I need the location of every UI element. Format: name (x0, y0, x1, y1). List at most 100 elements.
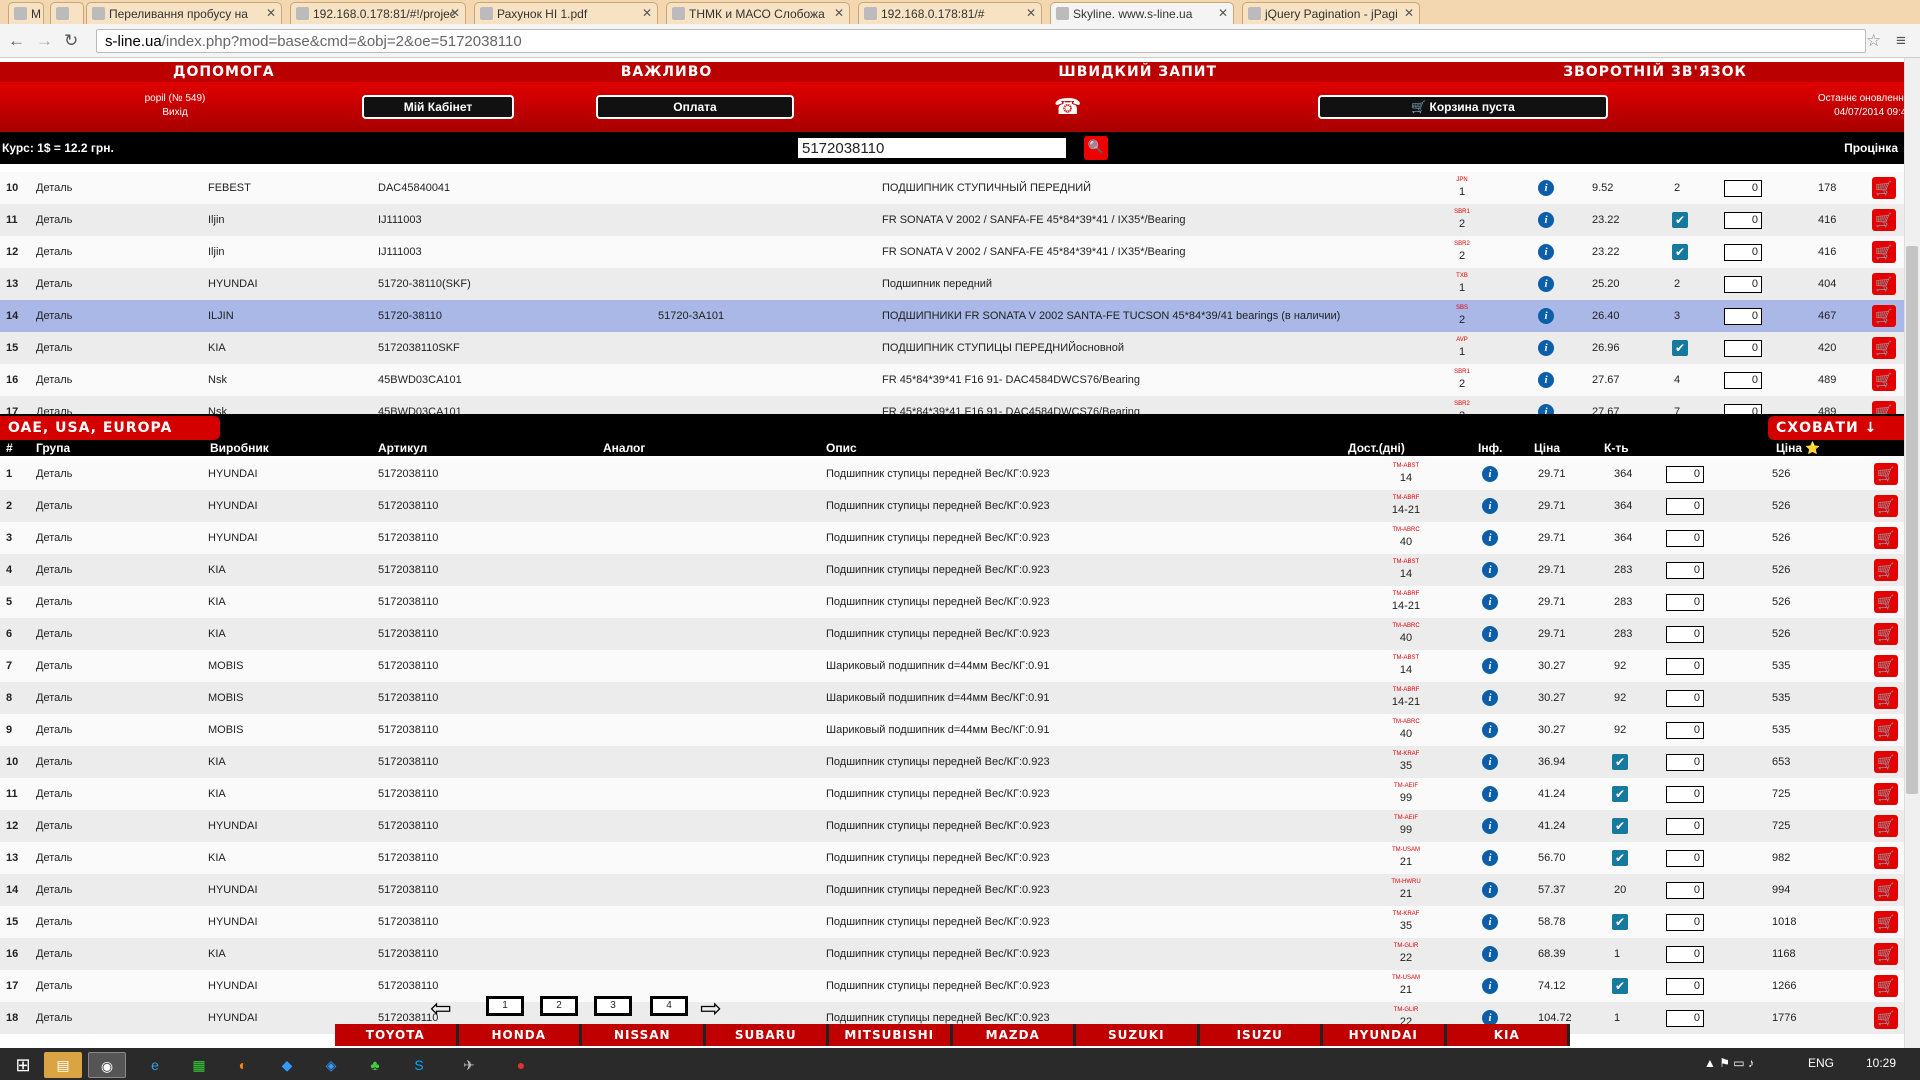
table-row[interactable]: 13 Деталь KIA 5172038110 Подшипник ступицы п… (0, 842, 1904, 874)
excel-icon[interactable]: ▦ (180, 1052, 218, 1078)
menu-help[interactable]: ДОПОМОГА (173, 64, 275, 80)
add-to-cart-icon[interactable]: 🛒 (1874, 559, 1898, 581)
info-icon[interactable]: i (1538, 340, 1554, 356)
info-icon[interactable]: i (1482, 914, 1498, 930)
back-icon[interactable]: ← (8, 31, 25, 51)
quantity-input[interactable]: 0 (1724, 276, 1762, 293)
tab-close-icon[interactable]: ✕ (834, 6, 844, 20)
brand-hyundai[interactable]: HYUNDAI (1323, 1024, 1444, 1046)
quantity-input[interactable]: 0 (1666, 1010, 1704, 1027)
add-to-cart-icon[interactable]: 🛒 (1872, 177, 1896, 199)
add-to-cart-icon[interactable]: 🛒 (1874, 1007, 1898, 1029)
menu-important[interactable]: ВАЖЛИВО (621, 64, 713, 80)
browser-tab[interactable] (50, 2, 84, 24)
info-icon[interactable]: i (1538, 180, 1554, 196)
info-icon[interactable]: i (1482, 466, 1498, 482)
table-row[interactable]: 16 Деталь KIA 5172038110 Подшипник ступицы п… (0, 938, 1904, 970)
quantity-input[interactable]: 0 (1666, 594, 1704, 611)
table-row[interactable]: 17 Деталь HYUNDAI 5172038110 Подшипник ступи… (0, 970, 1904, 1002)
browser-tab[interactable]: jQuery Pagination - jPagi ✕ (1242, 2, 1420, 24)
menu-feedback[interactable]: ЗВОРОТНІЙ ЗВ'ЯЗОК (1563, 64, 1747, 80)
table-row[interactable]: 12 Деталь HYUNDAI 5172038110 Подшипник ступи… (0, 810, 1904, 842)
table-row[interactable]: 3 Деталь HYUNDAI 5172038110 Подшипник ступиц… (0, 522, 1904, 554)
quantity-input[interactable]: 0 (1724, 244, 1762, 261)
table-row[interactable]: 2 Деталь HYUNDAI 5172038110 Подшипник ступиц… (0, 490, 1904, 522)
info-icon[interactable]: i (1482, 978, 1498, 994)
add-to-cart-icon[interactable]: 🛒 (1872, 273, 1896, 295)
info-icon[interactable]: i (1538, 372, 1554, 388)
app4-icon[interactable]: ✈ (450, 1052, 488, 1078)
add-to-cart-icon[interactable]: 🛒 (1874, 495, 1898, 517)
tray-icons[interactable]: ▲ ⚑ ▭ ♪ (1704, 1056, 1754, 1070)
add-to-cart-icon[interactable]: 🛒 (1874, 943, 1898, 965)
reload-icon[interactable]: ↻ (64, 31, 78, 51)
scrollbar-thumb[interactable] (1906, 246, 1918, 794)
address-bar[interactable]: s-line.ua/index.php?mod=base&cmd=&obj=2&… (96, 29, 1866, 53)
table-row[interactable]: 15 Деталь KIA 5172038110SKF ПОДШИПНИК СТУПИЦ… (0, 332, 1904, 364)
language-indicator[interactable]: ENG (1808, 1056, 1834, 1070)
browser-tab[interactable]: 192.168.0.178:81/# ✕ (858, 2, 1042, 24)
brand-isuzu[interactable]: ISUZU (1199, 1024, 1320, 1046)
skype-icon[interactable]: S (400, 1052, 438, 1078)
add-to-cart-icon[interactable]: 🛒 (1874, 751, 1898, 773)
quantity-input[interactable]: 0 (1666, 722, 1704, 739)
table-row[interactable]: 14 Деталь ILJIN 51720-38110 51720-3A101 ПОДШИ… (0, 300, 1904, 332)
browser-tab[interactable]: Переливання пробусу на ✕ (86, 2, 282, 24)
quantity-input[interactable]: 0 (1724, 180, 1762, 197)
table-row[interactable]: 1 Деталь HYUNDAI 5172038110 Подшипник ступиц… (0, 458, 1904, 490)
quantity-input[interactable]: 0 (1666, 690, 1704, 707)
app5-icon[interactable]: ● (502, 1052, 540, 1078)
info-icon[interactable]: i (1482, 690, 1498, 706)
brand-subaru[interactable]: SUBARU (705, 1024, 826, 1046)
quantity-input[interactable]: 0 (1724, 372, 1762, 389)
app3-icon[interactable]: ♣ (356, 1052, 394, 1078)
info-icon[interactable]: i (1482, 818, 1498, 834)
add-to-cart-icon[interactable]: 🛒 (1872, 337, 1896, 359)
info-icon[interactable]: i (1482, 562, 1498, 578)
payment-button[interactable]: Оплата (596, 95, 794, 119)
add-to-cart-icon[interactable]: 🛒 (1874, 655, 1898, 677)
app2-icon[interactable]: ◈ (312, 1052, 350, 1078)
info-icon[interactable]: i (1482, 786, 1498, 802)
add-to-cart-icon[interactable]: 🛒 (1874, 623, 1898, 645)
my-cabinet-button[interactable]: Мій Кабінет (362, 95, 514, 119)
tab-close-icon[interactable]: ✕ (1026, 6, 1036, 20)
table-row[interactable]: 13 Деталь HYUNDAI 51720-38110(SKF) Подшипник… (0, 268, 1904, 300)
menu-icon[interactable]: ≡ (1896, 31, 1906, 51)
brand-mitsubishi[interactable]: MITSUBISHI (829, 1024, 950, 1046)
quantity-input[interactable]: 0 (1666, 498, 1704, 515)
quantity-input[interactable]: 0 (1666, 850, 1704, 867)
info-icon[interactable]: i (1482, 658, 1498, 674)
quantity-input[interactable]: 0 (1666, 562, 1704, 579)
section-region-label[interactable]: OAE, USA, EUROPA (0, 416, 220, 440)
next-page-arrow-icon[interactable]: ⇨ (700, 995, 722, 1021)
info-icon[interactable]: i (1482, 882, 1498, 898)
table-row[interactable]: 11 Деталь KIA 5172038110 Подшипник ступицы п… (0, 778, 1904, 810)
table-row[interactable]: 14 Деталь HYUNDAI 5172038110 Подшипник ступи… (0, 874, 1904, 906)
add-to-cart-icon[interactable]: 🛒 (1872, 369, 1896, 391)
brand-suzuki[interactable]: SUZUKI (1076, 1024, 1197, 1046)
info-icon[interactable]: i (1482, 498, 1498, 514)
ie-icon[interactable]: e (136, 1052, 174, 1078)
quantity-input[interactable]: 0 (1724, 212, 1762, 229)
quantity-input[interactable]: 0 (1666, 626, 1704, 643)
logout-link[interactable]: Вихід (100, 106, 250, 120)
col-total[interactable]: Ціна ⭐ (1776, 441, 1820, 455)
search-input[interactable] (798, 138, 1066, 158)
table-row[interactable]: 10 Деталь FEBEST DAC45840041 ПОДШИПНИК СТУПИ… (0, 172, 1904, 204)
browser-tab[interactable]: 192.168.0.178:81/#!/projec ✕ (290, 2, 466, 24)
brand-mazda[interactable]: MAZDA (952, 1024, 1073, 1046)
phone-icon[interactable]: ☎ (1054, 94, 1081, 120)
col-vendor[interactable]: Виробник (210, 441, 269, 455)
table-row[interactable]: 12 Деталь Iljin IJ111003 FR SONATA V 2002 / … (0, 236, 1904, 268)
add-to-cart-icon[interactable]: 🛒 (1874, 911, 1898, 933)
quantity-input[interactable]: 0 (1666, 818, 1704, 835)
add-to-cart-icon[interactable]: 🛒 (1874, 687, 1898, 709)
quantity-input[interactable]: 0 (1666, 882, 1704, 899)
col-group[interactable]: Група (36, 441, 70, 455)
quantity-input[interactable]: 0 (1666, 786, 1704, 803)
start-icon[interactable]: ⊞ (4, 1052, 42, 1078)
info-icon[interactable]: i (1482, 626, 1498, 642)
browser-tab[interactable]: Skyline. www.s-line.ua ✕ (1050, 2, 1234, 24)
quantity-input[interactable]: 0 (1666, 914, 1704, 931)
